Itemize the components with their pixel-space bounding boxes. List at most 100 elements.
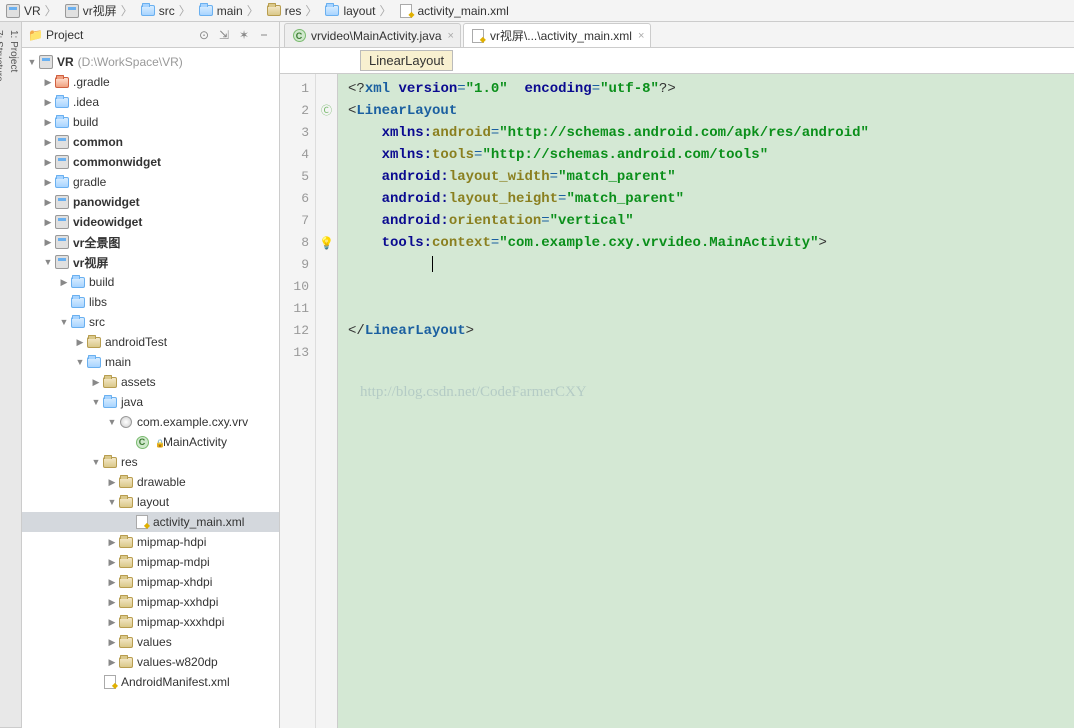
folder-tan-icon <box>118 475 134 489</box>
tree-node[interactable]: ▶vr全景图 <box>22 232 279 252</box>
tree-node[interactable]: ▶gradle <box>22 172 279 192</box>
breadcrumb-item[interactable]: src <box>139 1 197 21</box>
line-number: 13 <box>280 342 309 364</box>
mod-icon <box>54 135 70 149</box>
tree-node[interactable]: ▶build <box>22 112 279 132</box>
tree-node[interactable]: ▶values-w820dp <box>22 652 279 672</box>
expand-arrow-icon[interactable]: ▼ <box>26 57 38 67</box>
breadcrumb-item[interactable]: vr视屏 <box>63 1 139 21</box>
project-icon: 📁 <box>28 28 42 42</box>
breadcrumb-item[interactable]: VR <box>4 1 63 21</box>
collapse-icon[interactable]: ⊙ <box>195 26 213 44</box>
tree-node-label: res <box>121 455 138 469</box>
tree-node[interactable]: ▼ res <box>22 452 279 472</box>
tree-node[interactable]: ▶.gradle <box>22 72 279 92</box>
tree-node[interactable]: ▶assets <box>22 372 279 392</box>
tree-node[interactable]: AndroidManifest.xml <box>22 672 279 692</box>
left-strip-tab[interactable]: 7: Structure <box>0 22 6 728</box>
tree-node[interactable]: ▶build <box>22 272 279 292</box>
tree-arrow-icon[interactable]: ▶ <box>106 637 118 648</box>
expand-icon[interactable]: ⇲ <box>215 26 233 44</box>
tree-node[interactable]: ▼src <box>22 312 279 332</box>
folder-tan-icon <box>102 455 118 469</box>
close-icon[interactable]: × <box>448 30 454 42</box>
tree-node[interactable]: libs <box>22 292 279 312</box>
close-icon[interactable]: × <box>638 30 644 42</box>
settings-icon[interactable]: ✶ <box>235 26 253 44</box>
tree-arrow-icon[interactable]: ▼ <box>58 317 70 327</box>
lightbulb-icon[interactable]: 💡 <box>319 237 334 251</box>
tree-arrow-icon[interactable]: ▶ <box>106 617 118 628</box>
tree-arrow-icon[interactable]: ▶ <box>42 77 54 88</box>
tree-node[interactable]: ▼layout <box>22 492 279 512</box>
tree-node-label: mipmap-hdpi <box>137 535 206 549</box>
tree-arrow-icon[interactable]: ▼ <box>90 457 102 467</box>
tree-arrow-icon[interactable]: ▼ <box>106 417 118 427</box>
tree-arrow-icon[interactable]: ▶ <box>106 577 118 588</box>
hide-icon[interactable]: ⎯ <box>255 26 273 44</box>
project-tree[interactable]: ▼ VR (D:\WorkSpace\VR) ▶.gradle▶.idea▶bu… <box>22 48 279 728</box>
code-editor[interactable]: 12345678910111213 Ⓒ 💡 <?xml version="1.0… <box>280 74 1074 728</box>
tree-arrow-icon[interactable]: ▼ <box>42 257 54 267</box>
breadcrumb-item[interactable]: main <box>197 1 265 21</box>
tree-node[interactable]: ▶videowidget <box>22 212 279 232</box>
breadcrumb-item[interactable]: activity_main.xml <box>397 1 518 21</box>
tree-node[interactable]: ▼java <box>22 392 279 412</box>
tree-arrow-icon[interactable]: ▶ <box>42 217 54 228</box>
tree-node[interactable]: ▶ mipmap-hdpi <box>22 532 279 552</box>
tree-arrow-icon[interactable]: ▶ <box>42 197 54 208</box>
tree-node[interactable]: ▶mipmap-xhdpi <box>22 572 279 592</box>
tree-arrow-icon[interactable]: ▶ <box>42 97 54 108</box>
tree-arrow-icon[interactable]: ▶ <box>106 597 118 608</box>
tree-arrow-icon[interactable]: ▶ <box>90 377 102 388</box>
tree-arrow-icon[interactable]: ▶ <box>42 137 54 148</box>
gutter-row <box>316 299 337 321</box>
tree-arrow-icon[interactable]: ▶ <box>106 557 118 568</box>
tree-node[interactable]: ▶mipmap-xxxhdpi <box>22 612 279 632</box>
breadcrumb-item[interactable]: layout <box>323 1 397 21</box>
tree-node[interactable]: ▶common <box>22 132 279 152</box>
gutter-row <box>316 123 337 145</box>
left-strip-tab[interactable]: 1: Project <box>6 22 21 728</box>
tree-node[interactable]: ▶values <box>22 632 279 652</box>
tree-arrow-icon[interactable]: ▶ <box>42 237 54 248</box>
editor-tab[interactable]: vr视屏\...\activity_main.xml× <box>463 23 651 47</box>
tree-node[interactable]: ▶.idea <box>22 92 279 112</box>
tree-root[interactable]: ▼ VR (D:\WorkSpace\VR) <box>22 52 279 72</box>
line-number: 6 <box>280 188 309 210</box>
tree-arrow-icon[interactable]: ▶ <box>42 117 54 128</box>
lock-icon <box>153 435 163 449</box>
tree-node[interactable]: ▼main <box>22 352 279 372</box>
folder-blue-icon <box>54 175 70 189</box>
tree-arrow-icon[interactable]: ▶ <box>106 657 118 668</box>
tree-arrow-icon[interactable]: ▶ <box>74 337 86 348</box>
tree-arrow-icon[interactable]: ▼ <box>106 497 118 507</box>
layout-tag-button[interactable]: LinearLayout <box>360 50 453 71</box>
tree-node[interactable]: CMainActivity <box>22 432 279 452</box>
module-icon <box>38 55 54 69</box>
tree-arrow-icon[interactable]: ▶ <box>106 477 118 488</box>
tree-node[interactable]: ▶androidTest <box>22 332 279 352</box>
mod-icon <box>6 4 20 18</box>
tree-node[interactable]: ▼com.example.cxy.vrv <box>22 412 279 432</box>
tree-node[interactable]: activity_main.xml <box>22 512 279 532</box>
left-tool-strip: 1: Project7: StructureCapturesBuild Vari… <box>0 22 22 728</box>
line-number: 4 <box>280 144 309 166</box>
tree-arrow-icon[interactable]: ▼ <box>90 397 102 407</box>
editor-tab[interactable]: Cvrvideo\MainActivity.java× <box>284 23 461 47</box>
tree-arrow-icon[interactable]: ▼ <box>74 357 86 367</box>
tree-node[interactable]: ▼vr视屏 <box>22 252 279 272</box>
tree-arrow-icon[interactable]: ▶ <box>42 177 54 188</box>
tree-node[interactable]: ▶panowidget <box>22 192 279 212</box>
tree-arrow-icon[interactable]: ▶ <box>58 277 70 288</box>
folder-blue-icon <box>70 315 86 329</box>
code-content[interactable]: <?xml version="1.0" encoding="utf-8"?> <… <box>338 74 1074 728</box>
tree-node[interactable]: ▶mipmap-mdpi <box>22 552 279 572</box>
breadcrumb-item[interactable]: res <box>265 1 324 21</box>
tree-node[interactable]: ▶commonwidget <box>22 152 279 172</box>
folder-tan-icon <box>86 335 102 349</box>
tree-arrow-icon[interactable]: ▶ <box>106 537 118 548</box>
tree-arrow-icon[interactable]: ▶ <box>42 157 54 168</box>
tree-node[interactable]: ▶mipmap-xxhdpi <box>22 592 279 612</box>
tree-node[interactable]: ▶drawable <box>22 472 279 492</box>
